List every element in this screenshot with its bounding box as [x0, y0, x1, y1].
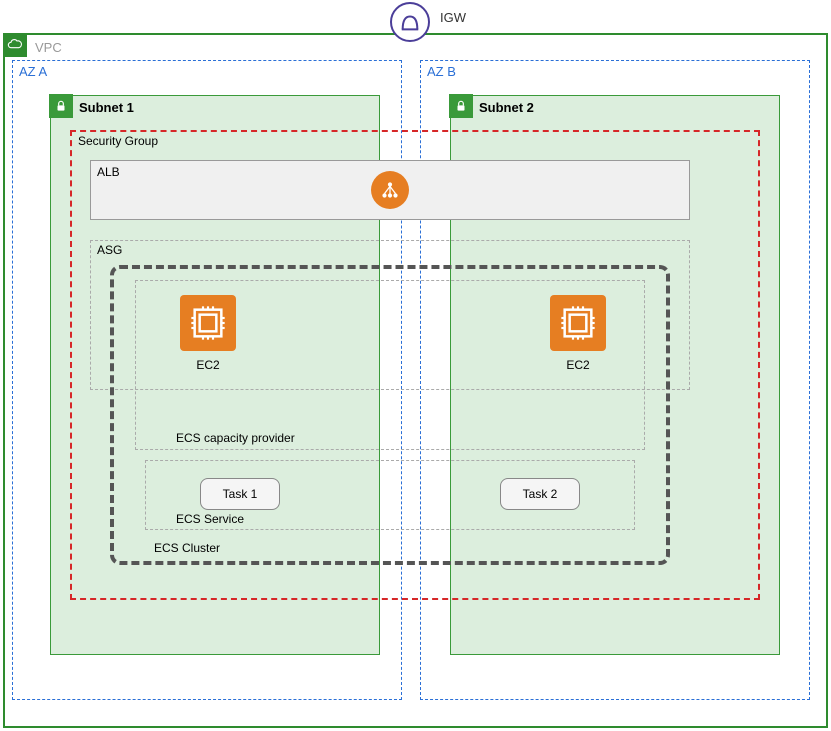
gateway-arch-icon — [399, 11, 421, 33]
task-1: Task 1 — [200, 478, 280, 510]
igw-icon — [390, 2, 430, 42]
ec2-instance-2-icon — [550, 295, 606, 351]
az-a-label: AZ A — [19, 64, 47, 79]
subnet-2-label: Subnet 2 — [479, 100, 534, 115]
alb-label: ALB — [97, 165, 120, 179]
subnet-1-badge — [49, 94, 73, 118]
subnet-1-label: Subnet 1 — [79, 100, 134, 115]
load-balancer-icon — [379, 179, 401, 201]
vpc-badge — [3, 33, 27, 57]
vpc-label: VPC — [35, 40, 62, 55]
asg-label: ASG — [97, 243, 122, 257]
task-2: Task 2 — [500, 478, 580, 510]
alb-box: ALB — [90, 160, 690, 220]
task-2-label: Task 2 — [523, 487, 558, 501]
chip-icon — [558, 303, 598, 343]
lock-icon — [454, 99, 468, 113]
ec2-instance-1-icon — [180, 295, 236, 351]
ec2-1-label: EC2 — [180, 358, 236, 372]
chip-icon — [188, 303, 228, 343]
az-b-label: AZ B — [427, 64, 456, 79]
ecs-capacity-provider-label: ECS capacity provider — [176, 431, 295, 445]
security-group-label: Security Group — [78, 134, 158, 148]
alb-icon — [371, 171, 409, 209]
cloud-icon — [7, 37, 23, 53]
subnet-2-badge — [449, 94, 473, 118]
ec2-2-label: EC2 — [550, 358, 606, 372]
ecs-cluster-label: ECS Cluster — [154, 541, 220, 555]
ecs-service-label: ECS Service — [176, 512, 244, 526]
task-1-label: Task 1 — [223, 487, 258, 501]
igw-label: IGW — [440, 10, 466, 25]
lock-icon — [54, 99, 68, 113]
